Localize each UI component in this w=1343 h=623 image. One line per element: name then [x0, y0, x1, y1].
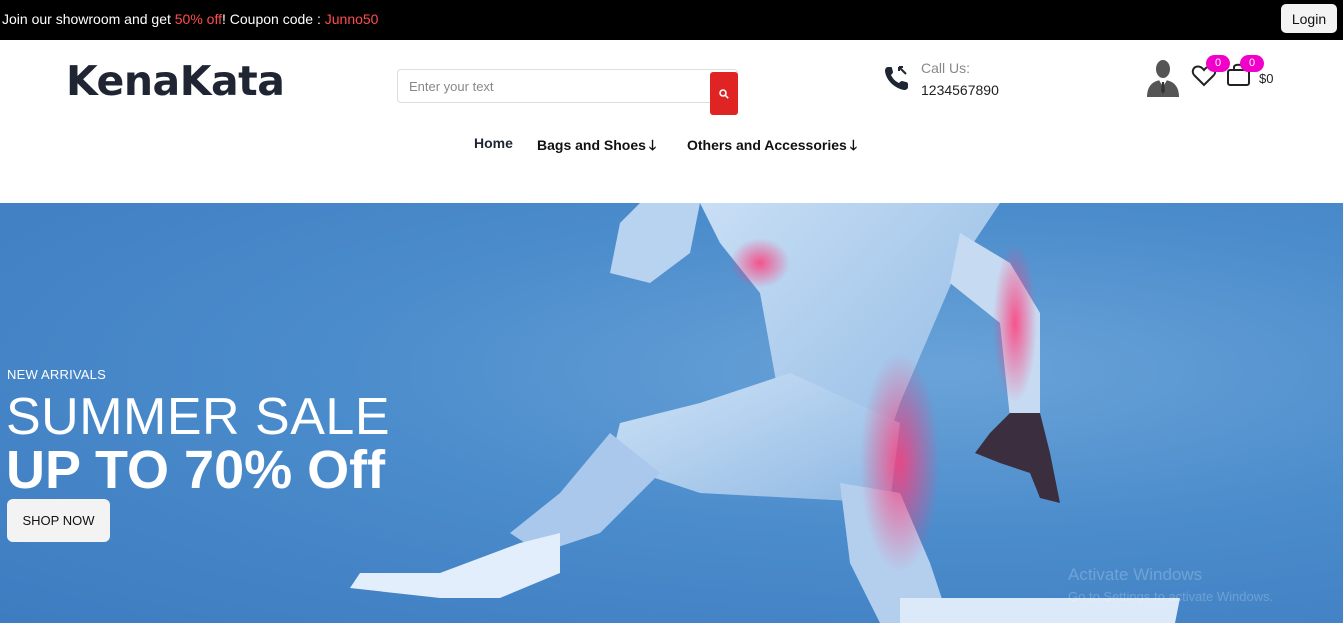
promo-bar: Join our showroom and get 50% off! Coupo… — [0, 0, 1343, 40]
site-logo[interactable]: KenaKata — [66, 57, 285, 105]
user-avatar-icon[interactable] — [1144, 57, 1182, 97]
nav-bags-and-shoes[interactable]: Bags and Shoes 🡓 — [537, 135, 656, 159]
hero-title: SUMMER SALE — [6, 388, 391, 446]
shop-now-button[interactable]: SHOP NOW — [7, 499, 110, 542]
promo-code: Junno50 — [324, 11, 379, 27]
nav-bags-label: Bags and Shoes — [537, 137, 646, 153]
promo-text: Join our showroom and get 50% off! Coupo… — [2, 11, 378, 27]
arrow-down-icon: 🡓 — [849, 137, 858, 153]
call-number[interactable]: 1234567890 — [921, 82, 999, 98]
phone-icon — [885, 66, 908, 90]
login-button[interactable]: Login — [1281, 4, 1337, 33]
hero-banner: NEW ARRIVALS SUMMER SALE UP TO 70% Off S… — [0, 203, 1343, 623]
call-label: Call Us: — [921, 60, 971, 76]
nav-others-and-accessories[interactable]: Others and Accessories 🡓 — [687, 135, 857, 159]
hero-offer: UP TO 70% Off — [6, 440, 386, 500]
search-box — [397, 69, 738, 115]
search-input[interactable] — [398, 70, 710, 102]
activate-windows-subtext: Go to Settings to activate Windows. — [1068, 589, 1274, 604]
promo-prefix: Join our showroom and get — [2, 11, 175, 27]
nav-home[interactable]: Home — [474, 135, 513, 151]
hero-eyebrow: NEW ARRIVALS — [7, 367, 106, 382]
search-button[interactable] — [710, 72, 738, 115]
cart-total: $0 — [1259, 71, 1274, 86]
promo-middle: ! Coupon code : — [222, 11, 325, 27]
nav-others-label: Others and Accessories — [687, 137, 847, 153]
activate-windows-watermark: Activate Windows — [1068, 565, 1203, 584]
search-icon — [719, 89, 729, 99]
arrow-down-icon: 🡓 — [648, 137, 657, 153]
cart-count-badge: 0 — [1240, 55, 1264, 72]
promo-discount: 50% off — [174, 11, 222, 27]
